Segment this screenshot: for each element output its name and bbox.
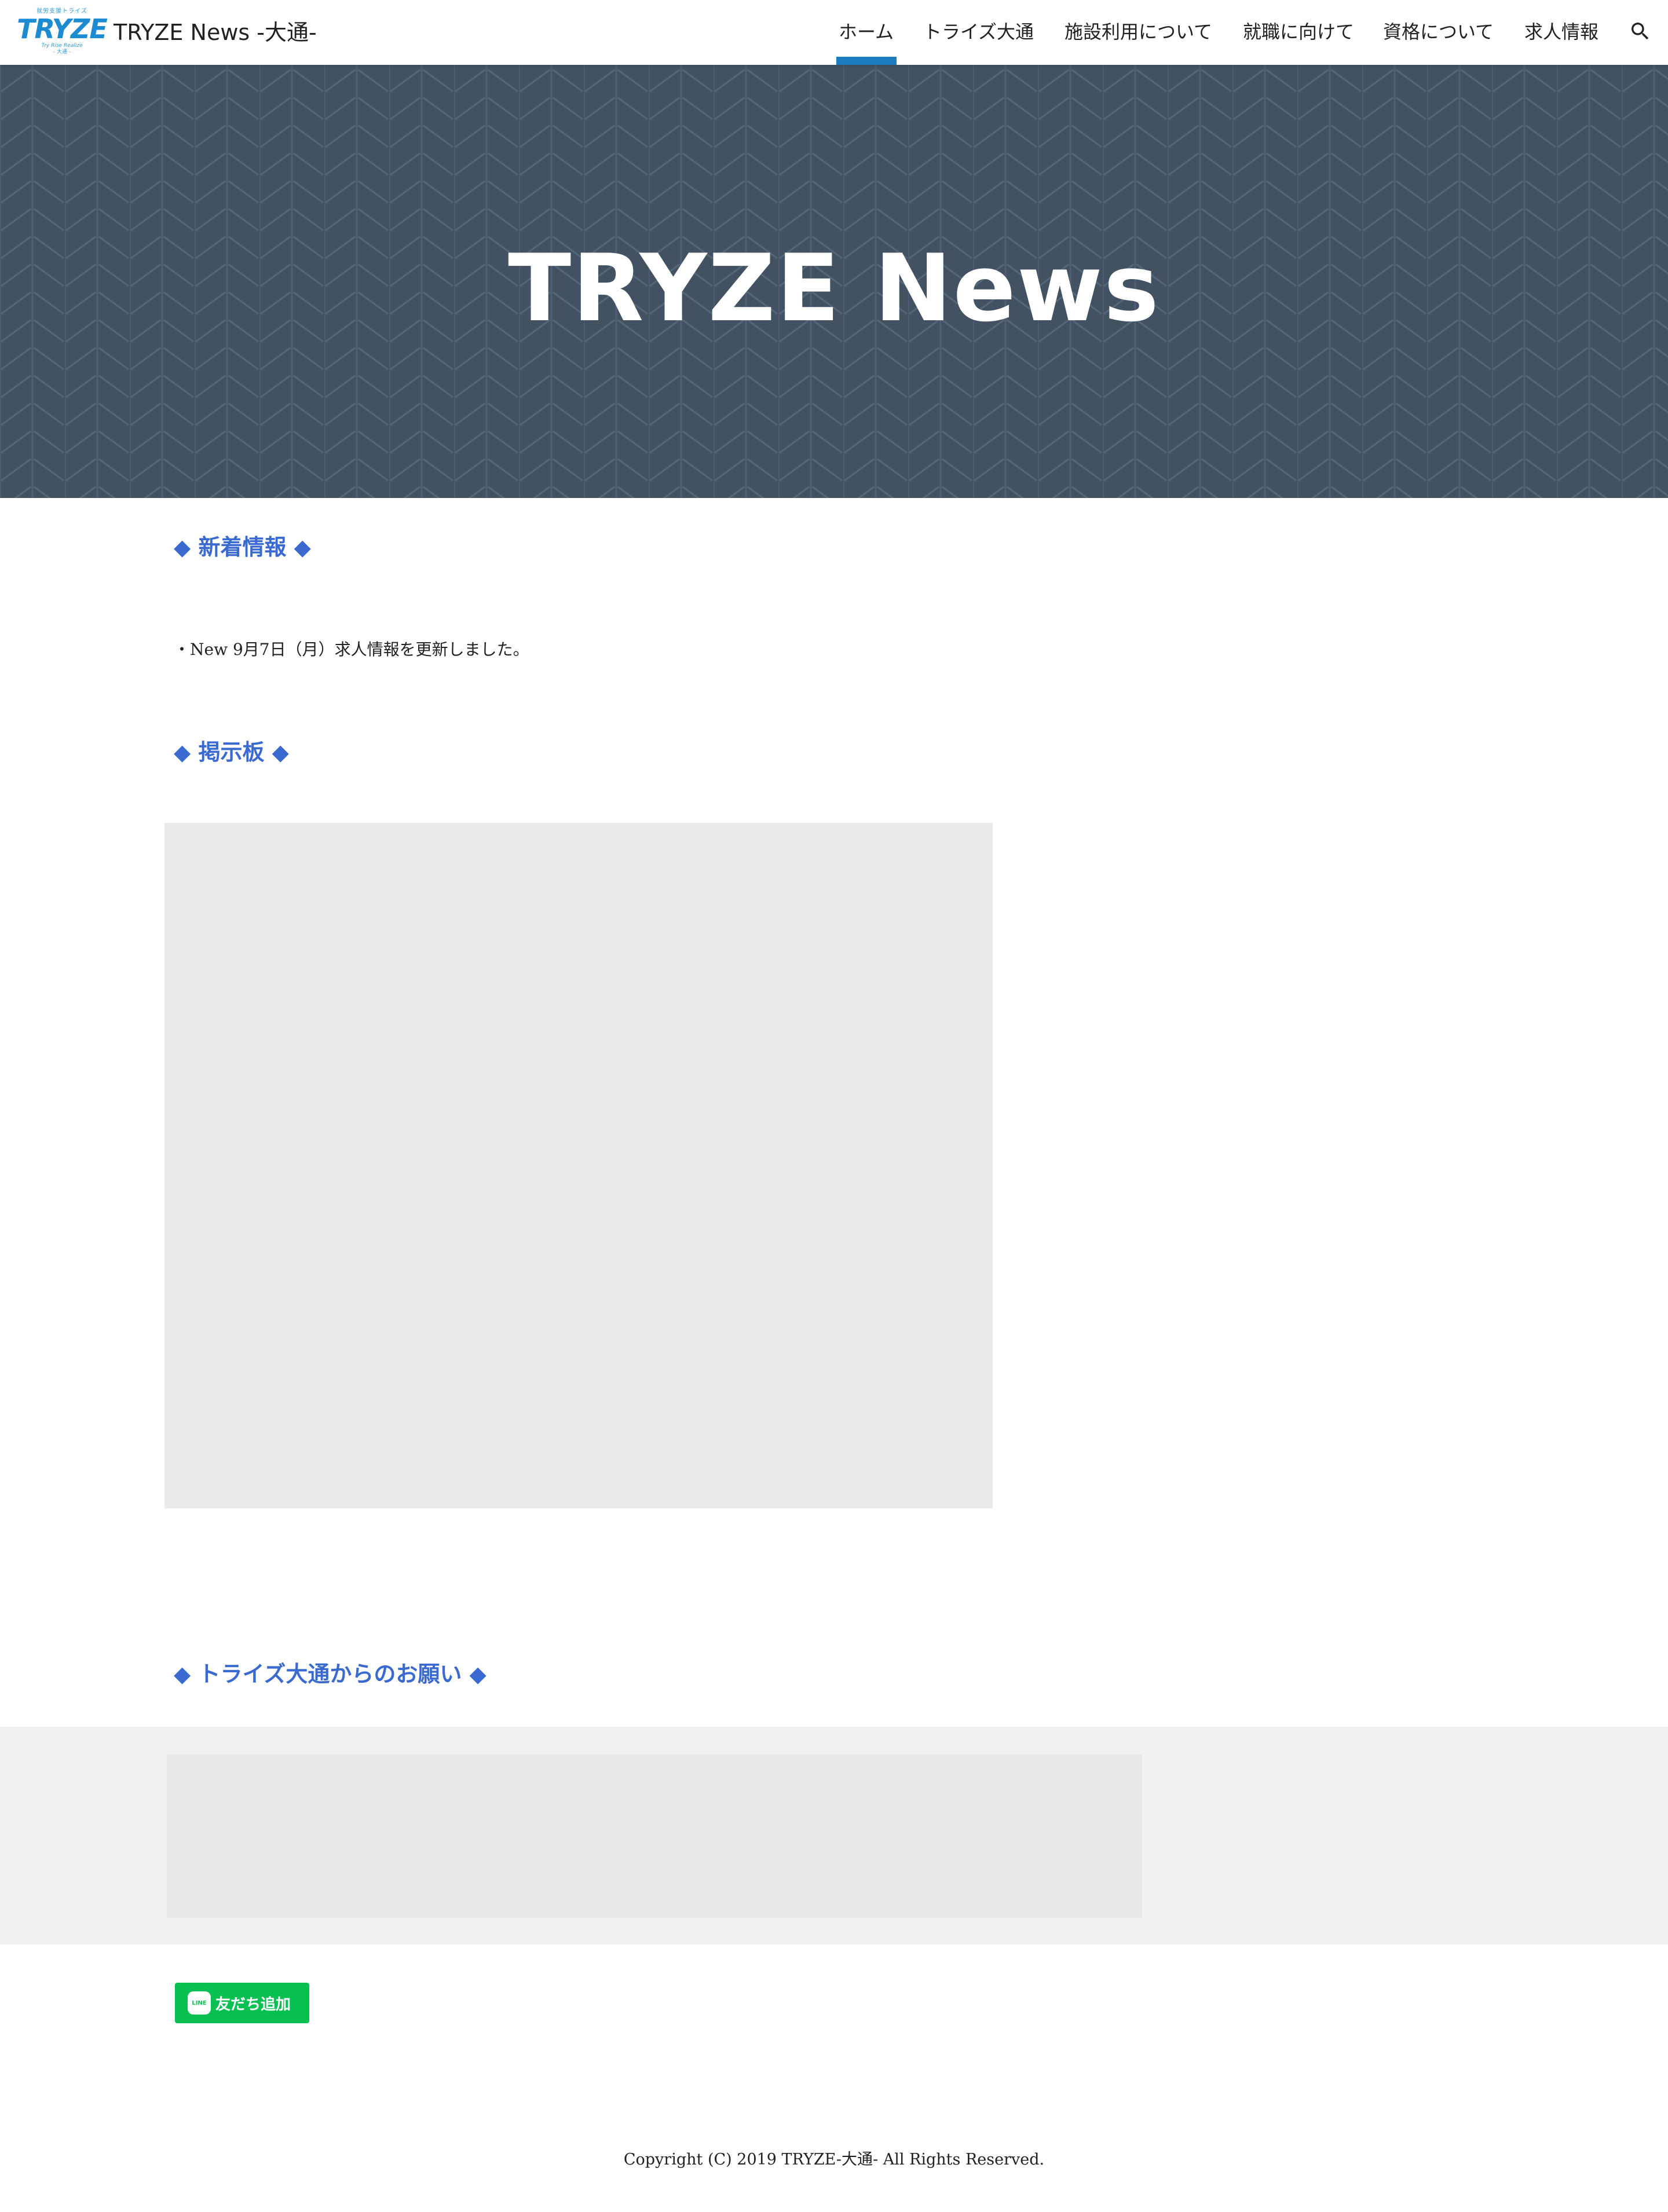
site-title[interactable]: TRYZE News -大通- — [114, 16, 317, 49]
nav-item-home[interactable]: ホーム — [839, 17, 894, 46]
site-header: 就労支援トライズ TRYZE Try Rise Realize - 大通 - T… — [0, 0, 1668, 65]
hero-banner: TRYZE News — [0, 65, 1668, 498]
logo-main-text: TRYZE — [17, 13, 108, 45]
nav-active-indicator — [836, 57, 897, 65]
nav-item-qualifications[interactable]: 資格について — [1383, 17, 1494, 46]
hero-title: TRYZE News — [508, 234, 1160, 342]
request-embed[interactable] — [167, 1755, 1142, 1918]
nav-item-employment[interactable]: 就職に向けて — [1243, 17, 1354, 46]
nav-item-tryze-odori[interactable]: トライズ大通 — [923, 17, 1034, 46]
line-icon: LINE — [188, 1991, 211, 2015]
logo-sub-text: Try Rise Realize — [41, 43, 83, 49]
news-heading: ◆ 新着情報 ◆ — [174, 534, 311, 560]
line-add-friend-button[interactable]: LINE 友だち追加 — [175, 1983, 309, 2023]
bulletin-board-embed[interactable] — [164, 823, 993, 1508]
footer-copyright: Copyright (C) 2019 TRYZE-大通- All Rights … — [623, 2151, 1045, 2169]
line-add-friend-label: 友だち追加 — [215, 1995, 291, 2013]
nav-item-facility-use[interactable]: 施設利用について — [1065, 17, 1212, 46]
request-heading: ◆ トライズ大通からのお願い ◆ — [174, 1661, 487, 1687]
logo-foot-text: - 大通 - — [53, 49, 71, 55]
nav-item-job-openings[interactable]: 求人情報 — [1524, 17, 1599, 46]
site-logo[interactable]: 就労支援トライズ TRYZE Try Rise Realize - 大通 - — [17, 7, 108, 57]
search-icon[interactable] — [1629, 20, 1652, 43]
news-item: ・New 9月7日（月）求人情報を更新しました。 — [174, 640, 529, 659]
board-heading: ◆ 掲示板 ◆ — [174, 739, 289, 765]
line-icon-label: LINE — [192, 1999, 207, 2006]
